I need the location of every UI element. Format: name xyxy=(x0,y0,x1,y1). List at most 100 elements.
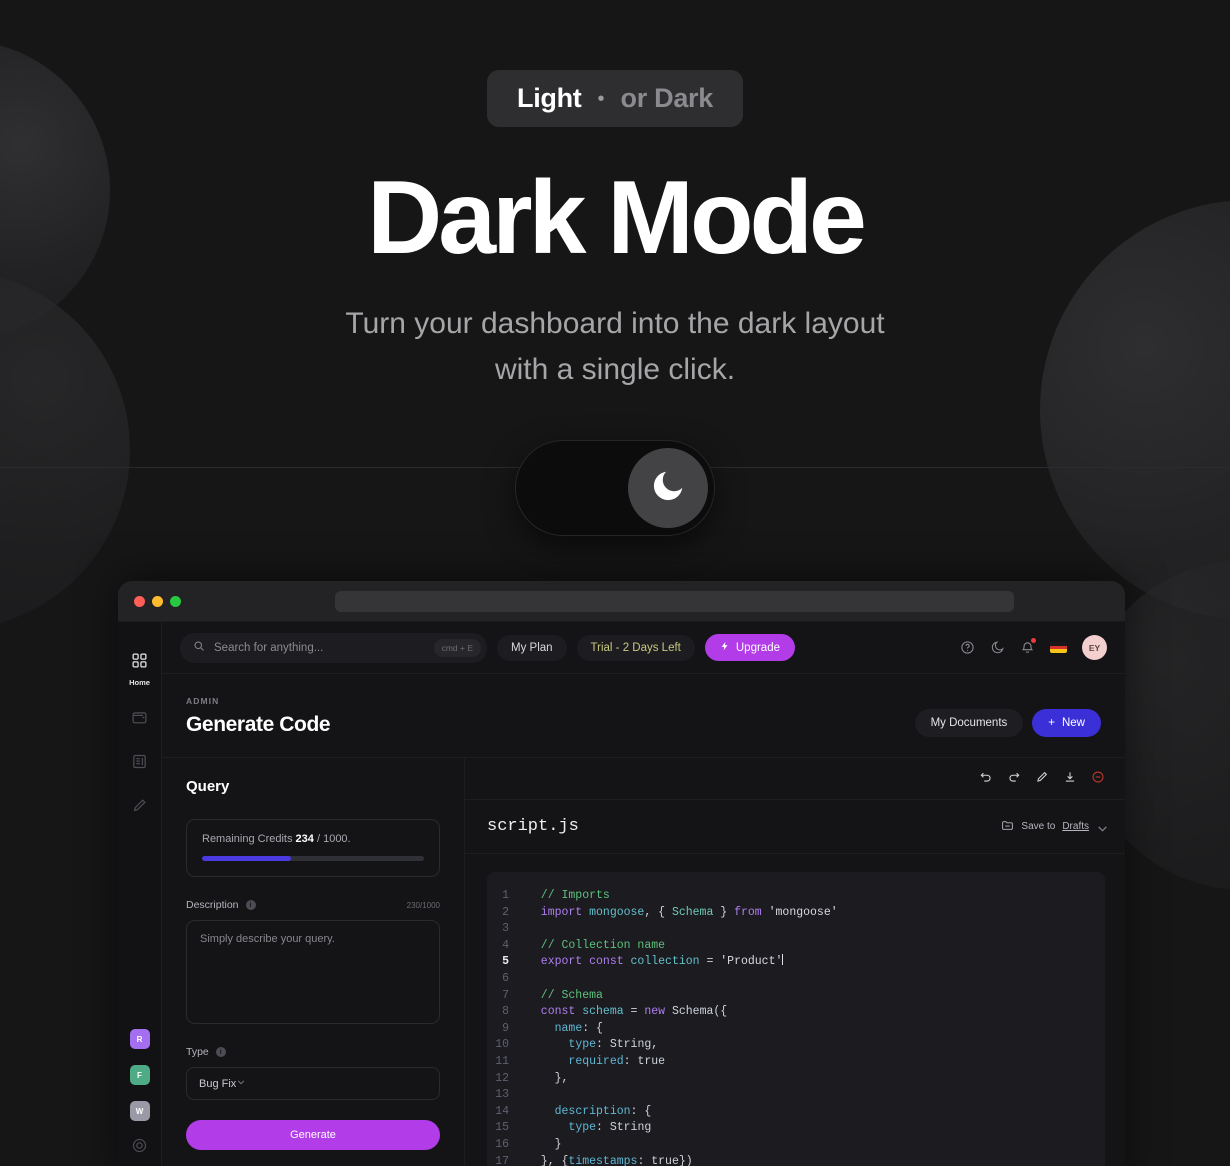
code-line: 3 xyxy=(487,921,1105,938)
sidebar-badge-w[interactable]: W xyxy=(129,1101,150,1121)
pencil-icon xyxy=(131,797,148,819)
code-line: 4 // Collection name xyxy=(487,938,1105,955)
code-line: 11 required: true xyxy=(487,1054,1105,1071)
code-line-number: 10 xyxy=(495,1038,509,1052)
lightning-icon xyxy=(720,641,730,654)
chevron-down-icon xyxy=(1096,822,1107,832)
sidebar-item-documents[interactable] xyxy=(131,753,148,775)
code-line: 10 type: String, xyxy=(487,1037,1105,1054)
code-line-source: description: { xyxy=(554,1104,652,1118)
breadcrumb: ADMIN xyxy=(186,696,220,706)
sidebar-badge-w-letter: W xyxy=(135,1106,144,1116)
new-button[interactable]: + New xyxy=(1032,709,1101,737)
upgrade-button-label: Upgrade xyxy=(735,641,780,654)
code-line-number: 2 xyxy=(502,905,509,919)
type-select[interactable]: Bug Fix xyxy=(186,1067,440,1100)
description-field-row: Description i 230/1000 xyxy=(186,899,440,911)
filename-label: script.js xyxy=(487,817,579,836)
search-input[interactable]: Search for anything... cmd + E xyxy=(180,632,487,663)
pill-light-label: Light xyxy=(517,83,582,113)
sidebar-item-home[interactable]: Home xyxy=(129,652,150,687)
minimize-window-icon[interactable] xyxy=(152,595,163,607)
code-line-source: import mongoose, { Schema } from 'mongoo… xyxy=(527,905,838,919)
code-line-source: // Schema xyxy=(527,988,603,1002)
sidebar-item-help[interactable] xyxy=(131,1137,148,1159)
pill-or-dark-label: or Dark xyxy=(620,83,714,113)
credits-suffix: / 1000. xyxy=(316,833,351,845)
code-line-number: 9 xyxy=(502,1021,509,1035)
delete-circle-icon[interactable] xyxy=(1091,770,1105,789)
code-line-number: 3 xyxy=(502,922,509,936)
toggle-knob[interactable] xyxy=(628,448,708,529)
sidebar-item-edit[interactable] xyxy=(131,797,148,819)
my-plan-button[interactable]: My Plan xyxy=(497,634,567,661)
code-line: 13 xyxy=(487,1087,1105,1104)
info-icon[interactable]: i xyxy=(215,1047,226,1057)
credits-progress-fill xyxy=(202,856,291,861)
chevron-down-icon xyxy=(236,1077,246,1090)
wallet-icon xyxy=(131,709,148,731)
save-to-drafts-button[interactable]: Save to Drafts xyxy=(1001,819,1107,835)
sidebar-badge-r[interactable]: R xyxy=(129,1029,150,1049)
code-editor[interactable]: 1 // Imports 2 import mongoose, { Schema … xyxy=(487,872,1105,1166)
code-line: 12 }, xyxy=(487,1071,1105,1088)
code-line-source: name: { xyxy=(554,1021,603,1035)
traffic-lights xyxy=(134,595,181,607)
trial-status-badge[interactable]: Trial - 2 Days Left xyxy=(576,634,695,661)
app-topbar: Search for anything... cmd + E My Plan T… xyxy=(162,622,1125,674)
search-placeholder: Search for anything... xyxy=(214,641,324,654)
code-line: 7 // Schema xyxy=(487,988,1105,1005)
close-window-icon[interactable] xyxy=(134,595,145,607)
sidebar-item-home-label: Home xyxy=(129,678,150,687)
bell-icon[interactable] xyxy=(1020,638,1036,655)
code-toolbar xyxy=(465,758,1125,800)
folder-icon xyxy=(1001,819,1014,835)
code-line-number: 12 xyxy=(495,1071,509,1085)
generate-button[interactable]: Generate xyxy=(186,1120,440,1150)
page-root: Light • or Dark Dark Mode Turn your dash… xyxy=(0,0,1230,1166)
content-body: Query Remaining Credits 234 / 1000. Desc… xyxy=(162,758,1125,1166)
pencil-icon[interactable] xyxy=(1035,770,1049,789)
code-line: 8 const schema = new Schema({ xyxy=(487,1004,1105,1021)
code-line: 9 name: { xyxy=(487,1021,1105,1038)
theme-mode-pill[interactable]: Light • or Dark xyxy=(487,70,743,127)
code-line-source: export const collection = 'Product' xyxy=(527,954,784,969)
help-icon[interactable] xyxy=(960,640,975,655)
sidebar-badge-f[interactable]: F xyxy=(129,1065,150,1085)
code-line: 1 // Imports xyxy=(487,888,1105,905)
credits-progress-bar xyxy=(202,856,424,861)
notification-dot xyxy=(1031,638,1036,643)
code-line-number: 7 xyxy=(502,988,509,1002)
info-icon[interactable]: i xyxy=(245,900,256,910)
sidebar-badge-r-letter: R xyxy=(136,1034,143,1044)
code-line-source: } xyxy=(527,1137,562,1151)
hero-subhead-line-1: Turn your dashboard into the dark layout xyxy=(345,307,885,341)
upgrade-button[interactable]: Upgrade xyxy=(704,634,795,661)
maximize-window-icon[interactable] xyxy=(170,595,181,607)
code-line: 5 export const collection = 'Product' xyxy=(487,954,1105,971)
moon-icon[interactable] xyxy=(990,640,1005,655)
app-shell: Home R F W Search for anything... cmd + … xyxy=(118,622,1125,1166)
code-line-number: 6 xyxy=(502,971,509,985)
sidebar-item-wallet[interactable] xyxy=(131,709,148,731)
credits-prefix: Remaining Credits xyxy=(202,833,293,845)
browser-url-bar[interactable] xyxy=(335,590,1014,612)
sidebar: Home R F W xyxy=(118,622,162,1166)
document-icon xyxy=(131,753,148,775)
code-line: 17 }, {timestamps: true}) xyxy=(487,1154,1105,1166)
page-title: Dark Mode xyxy=(367,160,867,276)
description-input[interactable]: Simply describe your query. xyxy=(186,920,440,1024)
save-to-drafts-target[interactable]: Drafts xyxy=(1062,821,1089,832)
download-icon[interactable] xyxy=(1063,770,1077,789)
my-documents-button[interactable]: My Documents xyxy=(914,709,1024,737)
avatar[interactable]: EY xyxy=(1082,635,1107,660)
dark-mode-toggle[interactable] xyxy=(515,440,715,537)
redo-icon[interactable] xyxy=(1007,770,1021,789)
query-heading: Query xyxy=(186,778,230,795)
query-panel: Query Remaining Credits 234 / 1000. Desc… xyxy=(162,758,465,1166)
search-icon xyxy=(193,639,205,657)
germany-flag-icon[interactable] xyxy=(1050,642,1067,653)
credits-value: 234 xyxy=(295,833,314,845)
undo-icon[interactable] xyxy=(979,770,993,789)
code-line: 14 description: { xyxy=(487,1104,1105,1121)
